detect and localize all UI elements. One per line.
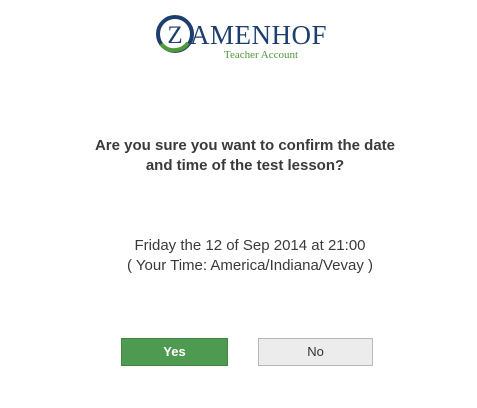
no-button[interactable]: No <box>258 338 373 366</box>
question-line-2: and time of the test lesson? <box>145 157 345 174</box>
confirm-question: Are you sure you want to confirm the dat… <box>0 136 477 176</box>
lesson-timezone-line: ( Your Time: America/Indiana/Vevay ) <box>127 257 373 274</box>
lesson-datetime: Friday the 12 of Sep 2014 at 21:00 ( You… <box>0 236 477 276</box>
lesson-date-line: Friday the 12 of Sep 2014 at 21:00 <box>134 237 366 254</box>
logo-subtitle: Teacher Account <box>224 49 299 61</box>
zamenhof-logo: Z AMENHOF Teacher Account <box>155 14 335 64</box>
logo-emblem-icon: Z <box>156 15 194 53</box>
question-line-1: Are you sure you want to confirm the dat… <box>94 137 396 154</box>
yes-button[interactable]: Yes <box>121 338 228 366</box>
logo-name-text: AMENHOF <box>190 20 328 50</box>
logo-emblem-letter: Z <box>167 22 182 49</box>
